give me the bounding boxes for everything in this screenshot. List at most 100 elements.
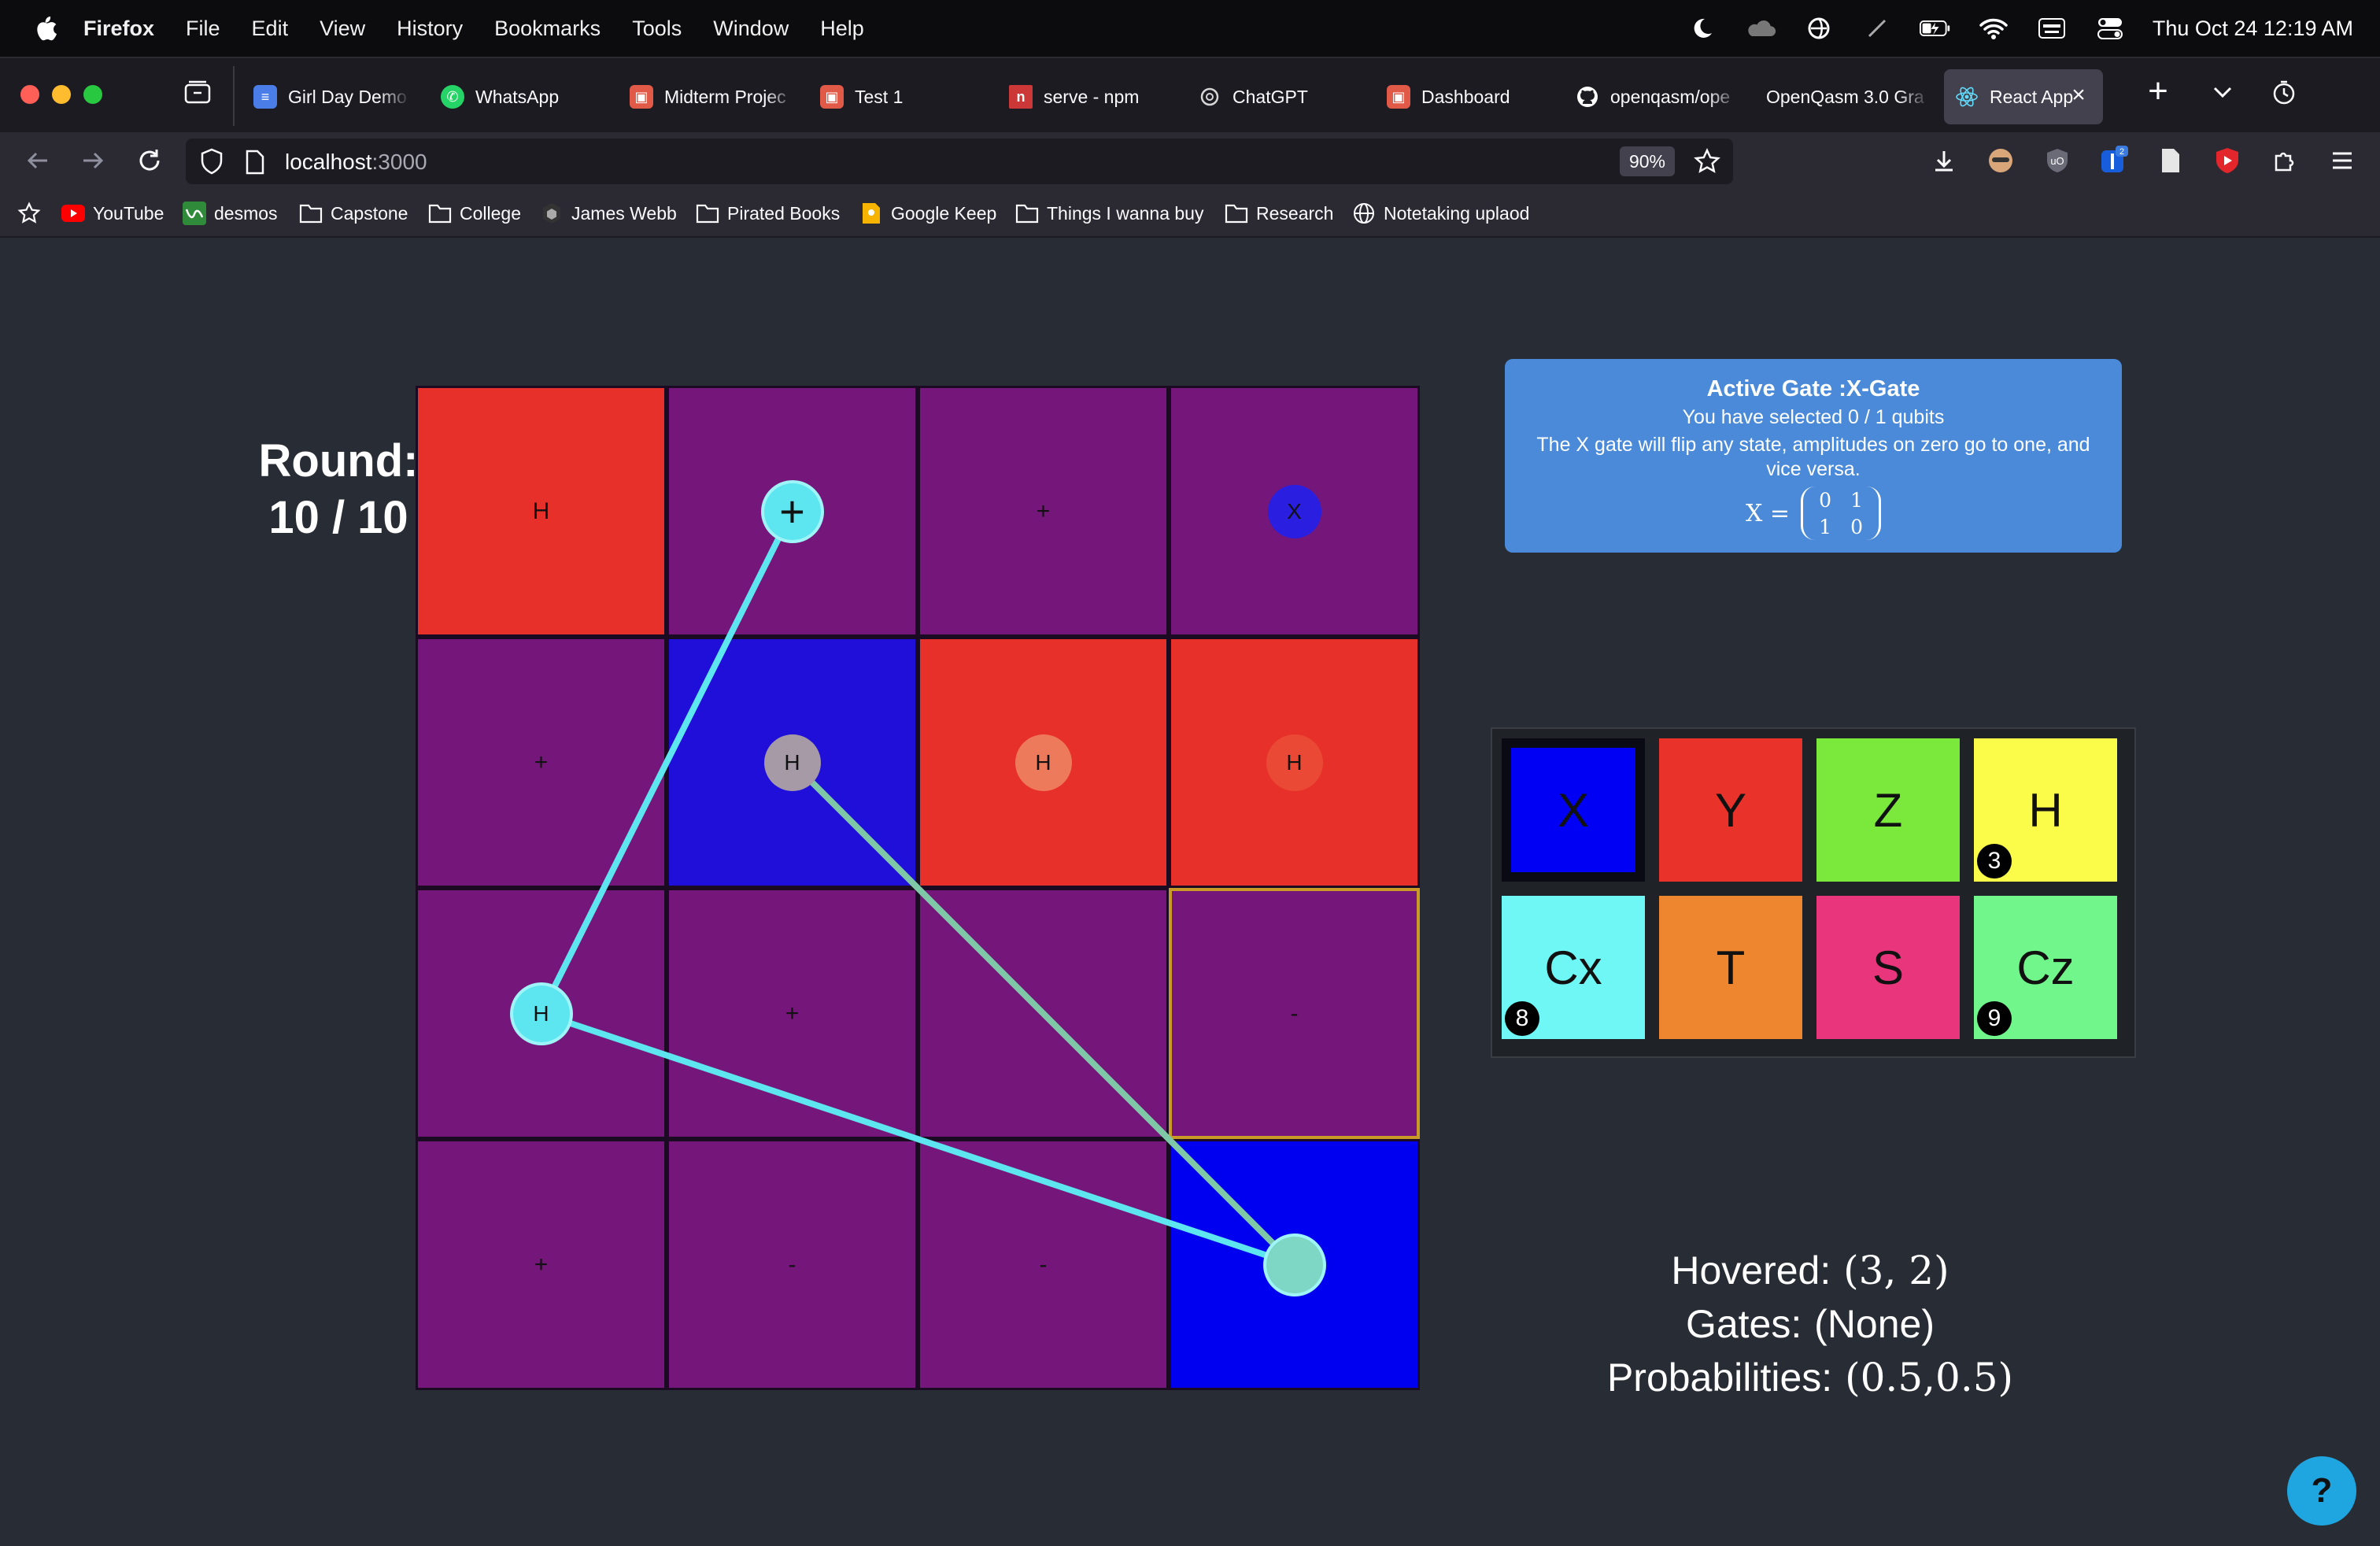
qubit-marker[interactable]: + bbox=[763, 483, 821, 540]
menu-help[interactable]: Help bbox=[820, 17, 864, 41]
qubit-marker[interactable]: X bbox=[1267, 484, 1321, 538]
qubit-marker[interactable] bbox=[1266, 1236, 1323, 1293]
canvas-icon: ▣ bbox=[630, 85, 653, 109]
battery-icon[interactable] bbox=[1919, 16, 1951, 41]
qubit-marker[interactable]: H bbox=[512, 985, 570, 1042]
address-bar[interactable]: localhost:3000 90% bbox=[186, 139, 1733, 184]
hamburger-menu-icon[interactable] bbox=[2326, 145, 2358, 176]
tab-test-1[interactable]: ▣ Test 1 bbox=[809, 69, 982, 124]
keyboard-icon[interactable] bbox=[2036, 16, 2068, 41]
matrix-cell: 0 bbox=[1850, 515, 1863, 538]
cloud-icon[interactable] bbox=[1745, 16, 1776, 41]
tab-serve-npm[interactable]: n serve - npm bbox=[998, 69, 1171, 124]
gate-button-y[interactable]: Y bbox=[1659, 738, 1802, 882]
qubit-marker[interactable]: H bbox=[1266, 734, 1323, 791]
menu-bookmarks[interactable]: Bookmarks bbox=[494, 17, 601, 41]
tab-chatgpt[interactable]: ChatGPT bbox=[1187, 69, 1360, 124]
wifi-icon[interactable] bbox=[1978, 16, 2009, 41]
account-avatar-icon[interactable] bbox=[1985, 145, 2016, 176]
zoom-level-badge[interactable]: 90% bbox=[1619, 146, 1675, 176]
ublock-icon[interactable]: uO bbox=[2042, 145, 2073, 176]
tab-openqasm-grammar[interactable]: OpenQasm 3.0 Gra bbox=[1755, 69, 1930, 124]
grid-cell[interactable]: H bbox=[416, 386, 667, 637]
reload-icon[interactable] bbox=[134, 145, 165, 176]
grid-cell[interactable]: + bbox=[667, 888, 918, 1139]
menu-tools[interactable]: Tools bbox=[632, 17, 682, 41]
help-button[interactable]: ? bbox=[2287, 1456, 2356, 1526]
tab-react-app[interactable]: React App × bbox=[1944, 69, 2103, 124]
window-zoom-button[interactable] bbox=[83, 85, 102, 104]
control-center-icon[interactable] bbox=[2094, 16, 2126, 41]
grid-cell[interactable]: - bbox=[667, 1139, 918, 1390]
grid-cell[interactable]: H bbox=[667, 637, 918, 888]
bookmark-james-webb[interactable]: James Webb bbox=[540, 200, 677, 227]
grid-cell[interactable]: + bbox=[918, 386, 1169, 637]
menu-view[interactable]: View bbox=[320, 17, 365, 41]
tab-midterm-project[interactable]: ▣ Midterm Projec bbox=[619, 69, 796, 124]
window-close-button[interactable] bbox=[20, 85, 39, 104]
qubit-marker[interactable]: H bbox=[1014, 734, 1072, 791]
new-tab-plus-icon[interactable]: + bbox=[2142, 74, 2174, 109]
window-minimize-button[interactable] bbox=[52, 85, 71, 104]
gate-button-cz[interactable]: Cz 9 bbox=[1974, 896, 2117, 1039]
download-icon[interactable] bbox=[1928, 145, 1960, 176]
qubit-marker[interactable]: H bbox=[763, 734, 821, 791]
grid-cell[interactable]: H bbox=[918, 637, 1169, 888]
grid-cell[interactable]: H bbox=[416, 888, 667, 1139]
grid-cell[interactable]: + bbox=[416, 1139, 667, 1390]
bookmark-desmos[interactable]: desmos bbox=[183, 200, 278, 227]
page-info-icon[interactable] bbox=[244, 150, 266, 179]
bookmark-capstone[interactable]: Capstone bbox=[299, 200, 408, 227]
moon-icon[interactable] bbox=[1687, 16, 1718, 41]
menu-history[interactable]: History bbox=[397, 17, 463, 41]
menu-window[interactable]: Window bbox=[713, 17, 789, 41]
menu-file[interactable]: File bbox=[186, 17, 220, 41]
gate-button-h[interactable]: H3 bbox=[1974, 738, 2117, 882]
menu-app-name[interactable]: Firefox bbox=[83, 17, 154, 41]
bookmark-college[interactable]: College bbox=[428, 200, 521, 227]
tab-openqasm-github[interactable]: openqasm/ope bbox=[1565, 69, 1739, 124]
grid-cell[interactable]: - bbox=[918, 1139, 1169, 1390]
canvas-icon: ▣ bbox=[1387, 85, 1410, 109]
pen-icon[interactable] bbox=[1861, 16, 1893, 41]
grid-cell[interactable]: H bbox=[1169, 637, 1420, 888]
menu-edit[interactable]: Edit bbox=[252, 17, 289, 41]
gate-button-x[interactable]: X bbox=[1502, 738, 1645, 882]
bookmark-google-keep[interactable]: Google Keep bbox=[859, 200, 996, 227]
bookmark-notetaking-upload[interactable]: Notetaking uplaod bbox=[1352, 200, 1529, 227]
tab-overview-icon[interactable] bbox=[183, 79, 213, 107]
gate-button-s[interactable]: S bbox=[1816, 896, 1960, 1039]
grid-cell[interactable]: X bbox=[1169, 386, 1420, 637]
bookmark-research[interactable]: Research bbox=[1225, 200, 1333, 227]
reader-document-icon[interactable] bbox=[2155, 145, 2186, 176]
apple-icon[interactable] bbox=[31, 13, 58, 43]
menubar-clock[interactable]: Thu Oct 24 12:19 AM bbox=[2153, 17, 2353, 41]
video-shield-icon[interactable] bbox=[2212, 145, 2243, 176]
tab-dashboard[interactable]: ▣ Dashboard bbox=[1376, 69, 1549, 124]
bookmark-pirated-books[interactable]: Pirated Books bbox=[696, 200, 840, 227]
tab-girl-day-demo[interactable]: ≡ Girl Day Demo bbox=[242, 69, 411, 124]
bookmark-youtube[interactable]: YouTube bbox=[61, 200, 164, 227]
gate-button-z[interactable]: Z bbox=[1816, 738, 1960, 882]
grid-cell[interactable]: - bbox=[1169, 888, 1420, 1139]
extension-timer-icon[interactable] bbox=[2270, 79, 2298, 107]
bookmark-star-icon[interactable] bbox=[1694, 148, 1720, 179]
shield-icon[interactable] bbox=[200, 148, 224, 179]
gate-button-cx[interactable]: Cx 8 bbox=[1502, 896, 1645, 1039]
grid-cell[interactable]: + bbox=[416, 637, 667, 888]
url-text[interactable]: localhost:3000 bbox=[285, 150, 427, 175]
close-icon[interactable]: × bbox=[2067, 83, 2090, 107]
back-arrow-icon[interactable] bbox=[22, 145, 54, 176]
bookmarks-star-icon[interactable] bbox=[17, 200, 41, 227]
tab-whatsapp[interactable]: ✆ WhatsApp bbox=[430, 69, 587, 124]
extensions-puzzle-icon[interactable] bbox=[2268, 145, 2300, 176]
grid-cell[interactable]: + bbox=[667, 386, 918, 637]
grid-cell[interactable] bbox=[1169, 1139, 1420, 1390]
sync-icon[interactable] bbox=[1803, 16, 1835, 41]
chevron-down-icon[interactable] bbox=[2207, 80, 2238, 104]
bookmark-things-i-wanna-buy[interactable]: Things I wanna buy bbox=[1015, 200, 1203, 227]
forward-arrow-icon[interactable] bbox=[77, 145, 109, 176]
bitwarden-icon[interactable]: 2 bbox=[2098, 145, 2130, 176]
grid-cell[interactable]: - bbox=[918, 888, 1169, 1139]
gate-button-t[interactable]: T bbox=[1659, 896, 1802, 1039]
